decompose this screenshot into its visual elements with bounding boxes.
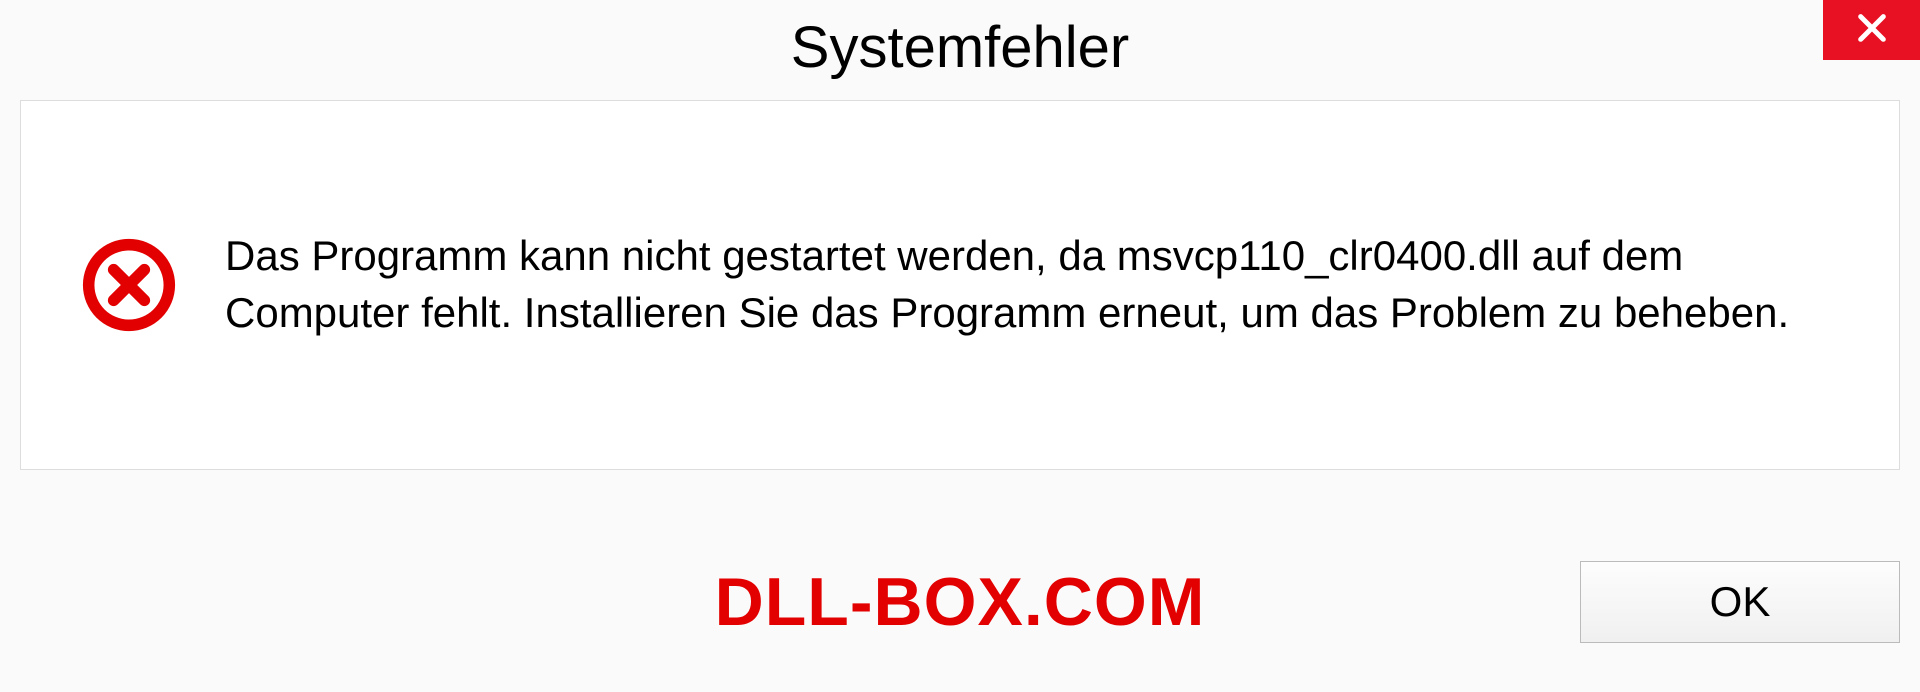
error-message: Das Programm kann nicht gestartet werden… — [225, 228, 1839, 341]
dialog-title: Systemfehler — [791, 14, 1129, 81]
close-icon — [1855, 11, 1889, 50]
watermark-text: DLL-BOX.COM — [715, 563, 1206, 641]
titlebar: Systemfehler — [0, 0, 1920, 95]
message-panel: Das Programm kann nicht gestartet werden… — [20, 100, 1900, 470]
error-circle-icon — [81, 237, 177, 333]
dialog-footer: DLL-BOX.COM OK — [0, 542, 1920, 662]
ok-button[interactable]: OK — [1580, 561, 1900, 643]
close-button[interactable] — [1823, 0, 1920, 60]
